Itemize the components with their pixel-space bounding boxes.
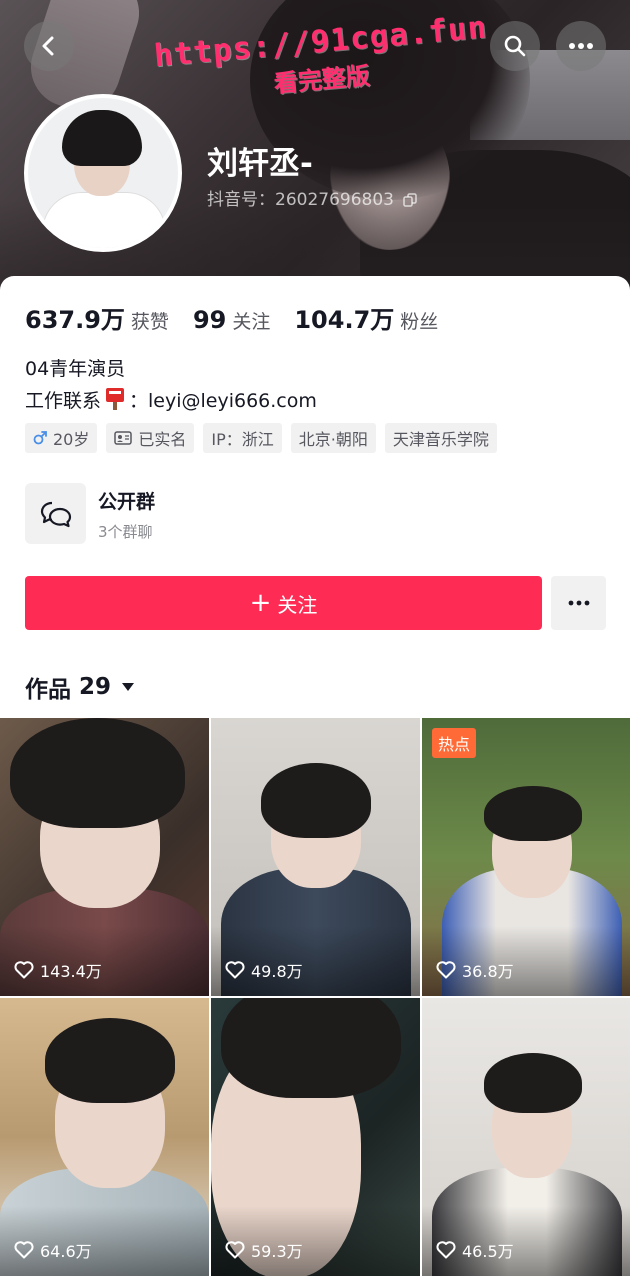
stat-label: 粉丝 xyxy=(400,311,439,333)
tag-age: 20岁 xyxy=(25,423,98,453)
mailbox-icon xyxy=(106,388,125,410)
tag-location[interactable]: 北京·朝阳 xyxy=(290,423,376,453)
hot-badge: 热点 xyxy=(432,728,477,758)
group-chat-icon xyxy=(40,501,71,527)
group-icon-box xyxy=(25,483,86,544)
tag-verified: 已实名 xyxy=(106,423,195,453)
heart-icon xyxy=(225,1241,245,1259)
heart-icon xyxy=(225,961,245,979)
tag-age-text: 20岁 xyxy=(53,430,90,449)
group-title: 公开群 xyxy=(98,491,156,513)
stats-row: 637.9万 获赞 99 关注 104.7万 粉丝 xyxy=(25,300,462,335)
profile-more-button[interactable] xyxy=(551,576,606,630)
tag-verified-text: 已实名 xyxy=(138,430,187,449)
works-count: 29 xyxy=(79,674,112,700)
heart-icon xyxy=(14,961,34,979)
heart-icon xyxy=(14,1241,34,1259)
video-thumbnail[interactable]: 64.6万 xyxy=(0,998,209,1276)
stat-number: 637.9万 xyxy=(25,306,125,334)
douyin-id-text: 抖音号：26027696803 xyxy=(207,190,394,210)
bio-line-1: 04青年演员 xyxy=(25,358,126,380)
video-likes: 46.5万 xyxy=(436,1238,514,1262)
video-thumbnail[interactable]: 46.5万 xyxy=(422,998,630,1276)
bio: 04青年演员 工作联系 ：leyi@leyi666.com xyxy=(25,353,317,417)
works-label: 作品 xyxy=(25,677,71,703)
video-thumbnail[interactable]: 49.8万 xyxy=(211,718,420,996)
copy-icon[interactable] xyxy=(403,193,418,207)
video-likes: 64.6万 xyxy=(14,1238,92,1262)
more-icon xyxy=(569,43,593,49)
search-icon xyxy=(504,35,526,57)
stat-label: 获赞 xyxy=(130,311,169,333)
video-likes: 49.8万 xyxy=(225,958,303,982)
follow-button[interactable]: + 关注 xyxy=(25,576,542,630)
search-button[interactable] xyxy=(490,21,540,71)
video-likes-count: 143.4万 xyxy=(40,962,102,981)
video-likes-count: 49.8万 xyxy=(251,962,303,981)
video-likes-count: 46.5万 xyxy=(462,1242,514,1261)
video-thumbnail[interactable]: 热点 36.8万 xyxy=(422,718,630,996)
tags-row: 20岁 已实名 IP：浙江 北京·朝阳 天津音乐学院 xyxy=(25,423,506,453)
plus-icon: + xyxy=(249,588,272,618)
stat-number: 104.7万 xyxy=(294,306,395,334)
stat-following[interactable]: 99 关注 xyxy=(193,306,270,334)
back-arrow-icon xyxy=(42,36,54,56)
heart-icon xyxy=(436,1241,456,1259)
video-likes-count: 64.6万 xyxy=(40,1242,92,1261)
video-grid: 143.4万 49.8万 热点 36.8万 64.6万 59.3万 46.5万 xyxy=(0,718,630,1279)
chevron-down-icon xyxy=(122,683,135,691)
video-likes: 59.3万 xyxy=(225,1238,303,1262)
id-card-icon xyxy=(114,431,133,445)
tag-school[interactable]: 天津音乐学院 xyxy=(384,423,497,453)
group-subtitle: 3个群聊 xyxy=(98,523,153,541)
stat-followers[interactable]: 104.7万 粉丝 xyxy=(294,300,438,335)
bio-contact-email: ：leyi@leyi666.com xyxy=(129,390,317,412)
stat-number: 99 xyxy=(192,306,227,334)
works-tab[interactable]: 作品 29 xyxy=(25,670,135,704)
more-icon xyxy=(568,600,589,606)
video-thumbnail[interactable]: 59.3万 xyxy=(211,998,420,1276)
tag-ip: IP：浙江 xyxy=(203,423,282,453)
video-likes-count: 36.8万 xyxy=(462,962,514,981)
video-thumbnail[interactable]: 143.4万 xyxy=(0,718,209,996)
public-group-entry[interactable]: 公开群 3个群聊 xyxy=(25,483,605,545)
heart-icon xyxy=(436,961,456,979)
video-likes: 143.4万 xyxy=(14,958,102,982)
more-options-button[interactable] xyxy=(556,21,606,71)
back-button[interactable] xyxy=(24,21,74,71)
follow-label: 关注 xyxy=(277,592,318,617)
avatar[interactable] xyxy=(24,94,182,252)
stat-label: 关注 xyxy=(232,311,271,333)
bio-line-2: 工作联系 ：leyi@leyi666.com xyxy=(25,385,317,417)
douyin-id[interactable]: 抖音号：26027696803 xyxy=(207,185,418,210)
male-icon xyxy=(33,431,47,445)
nickname: 刘轩丞- xyxy=(207,146,313,182)
stat-likes[interactable]: 637.9万 获赞 xyxy=(25,300,169,335)
video-likes-count: 59.3万 xyxy=(251,1242,303,1261)
video-likes: 36.8万 xyxy=(436,958,514,982)
bio-contact-prefix: 工作联系 xyxy=(25,390,102,412)
